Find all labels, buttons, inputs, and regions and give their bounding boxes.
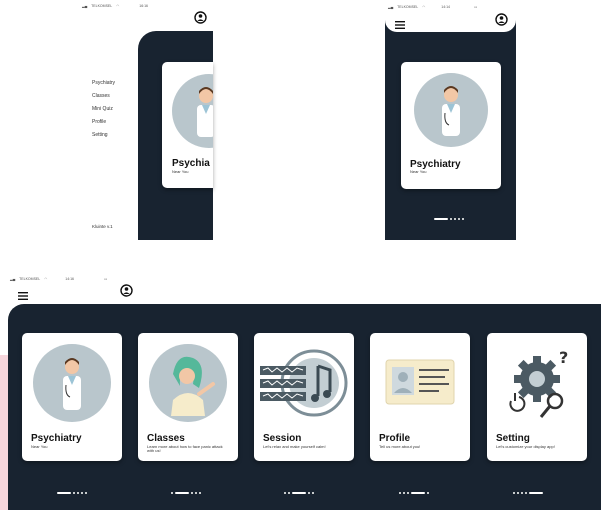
signal-icon: ▂▄ bbox=[10, 277, 16, 281]
drawer-item-profile[interactable]: Profile bbox=[92, 119, 132, 132]
card-profile[interactable]: Profile Tell us more about you! bbox=[370, 333, 470, 461]
page-indicator-4 bbox=[399, 492, 429, 494]
wifi-icon: ◠ bbox=[422, 5, 426, 9]
user-avatar-icon[interactable] bbox=[194, 11, 207, 24]
card-subtitle: Near You bbox=[31, 444, 48, 449]
card-title: Psychiatry bbox=[31, 433, 82, 444]
doctor-illustration bbox=[172, 74, 213, 148]
doctor-illustration bbox=[33, 344, 111, 422]
card-subtitle: Learn more about how to face panic attac… bbox=[147, 444, 223, 454]
drawer-menu: Psychiatry Classes Mini Quiz Profile Set… bbox=[92, 80, 132, 145]
status-time: 14:14 bbox=[441, 5, 451, 9]
drawer-item-mini-quiz[interactable]: Mini Quiz bbox=[92, 106, 132, 119]
card-title: Session bbox=[263, 433, 302, 444]
card-subtitle: Tell us more about you! bbox=[379, 444, 421, 449]
status-bar: ▂▄ TELKOMSEL ◠ 14:14 ▭ bbox=[388, 5, 477, 9]
peek-card-title: Psychia bbox=[172, 158, 210, 169]
doctor-illustration bbox=[414, 73, 488, 147]
phone-screen-home: ▂▄ TELKOMSEL ◠ 14:14 ▭ Psychiatry Near Y… bbox=[385, 0, 516, 240]
status-bar: ▂▄ TELKOMSEL ◠ 14:16 ▭ bbox=[10, 277, 107, 281]
page-indicator-5 bbox=[513, 492, 543, 494]
signal-icon: ▂▄ bbox=[388, 5, 394, 9]
hamburger-icon[interactable] bbox=[395, 16, 405, 29]
peek-card-subtitle: Near You bbox=[172, 169, 189, 174]
card-title: Classes bbox=[147, 433, 185, 444]
phone-screen-drawer: ▂▄ TELKOMSEL ◠ 16:16 Psychia Near You Ps… bbox=[80, 0, 213, 240]
page-indicator bbox=[434, 218, 464, 220]
card-title: Profile bbox=[379, 433, 411, 444]
drawer-item-classes[interactable]: Classes bbox=[92, 93, 132, 106]
carrier-label: TELKOMSEL bbox=[91, 4, 113, 8]
card-classes[interactable]: Classes Learn more about how to face pan… bbox=[138, 333, 238, 461]
page-indicator-3 bbox=[284, 492, 314, 494]
battery-icon: ▭ bbox=[104, 277, 108, 281]
drawer-item-setting[interactable]: Setting bbox=[92, 132, 132, 145]
battery-icon: ▭ bbox=[474, 5, 478, 9]
wifi-icon: ◠ bbox=[116, 4, 120, 8]
user-avatar-icon[interactable] bbox=[495, 13, 508, 26]
card-psychiatry[interactable]: Psychiatry Near You bbox=[401, 62, 501, 189]
card-psychiatry-peek[interactable]: Psychia Near You bbox=[162, 62, 213, 188]
card-setting[interactable]: ? Setting Let's customize your display a… bbox=[487, 333, 587, 461]
status-time: 14:16 bbox=[65, 277, 75, 281]
page-indicator-2 bbox=[171, 492, 201, 494]
app-version: Kluinte v.1 bbox=[92, 224, 113, 229]
signal-icon: ▂▄ bbox=[82, 4, 88, 8]
woman-illustration bbox=[149, 344, 227, 422]
music-illustration bbox=[260, 344, 348, 422]
card-session[interactable]: Session Let's relax and make yourself ca… bbox=[254, 333, 354, 461]
user-avatar-icon[interactable] bbox=[120, 284, 133, 297]
wifi-icon: ◠ bbox=[44, 277, 48, 281]
hamburger-icon[interactable] bbox=[18, 287, 28, 300]
page-indicator-1 bbox=[57, 492, 87, 494]
card-subtitle: Near You bbox=[410, 169, 427, 174]
status-bar: ▂▄ TELKOMSEL ◠ 16:16 bbox=[82, 4, 148, 8]
card-psychiatry[interactable]: Psychiatry Near You bbox=[22, 333, 122, 461]
carrier-label: TELKOMSEL bbox=[19, 277, 41, 281]
svg-text:?: ? bbox=[559, 348, 568, 367]
status-time: 16:16 bbox=[139, 4, 149, 8]
landscape-screen: ▂▄ TELKOMSEL ◠ 14:16 ▭ Psychiatry Near Y… bbox=[8, 272, 601, 510]
gear-icon: ? bbox=[497, 345, 577, 425]
card-title: Setting bbox=[496, 433, 530, 444]
pink-accent bbox=[0, 355, 8, 510]
carrier-label: TELKOMSEL bbox=[397, 5, 419, 9]
drawer-item-psychiatry[interactable]: Psychiatry bbox=[92, 80, 132, 93]
id-card-icon bbox=[385, 359, 455, 405]
card-subtitle: Let's relax and make yourself calm! bbox=[263, 444, 326, 449]
card-subtitle: Let's customize your display app! bbox=[496, 444, 555, 449]
